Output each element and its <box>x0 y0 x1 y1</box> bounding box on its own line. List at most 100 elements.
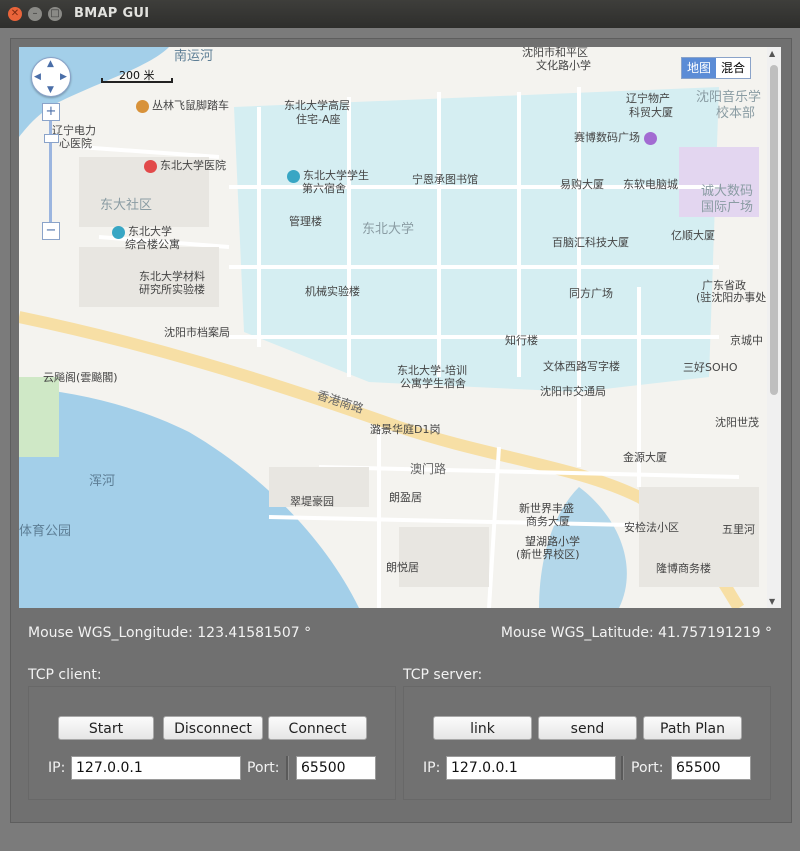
map-label: 东北大学医院 <box>144 159 226 173</box>
map-label: 沈阳市和平区 <box>522 47 588 59</box>
map-label: 机械实验楼 <box>305 285 360 298</box>
zoom-in-button[interactable]: + <box>42 103 60 121</box>
map-label: 商务大厦 <box>526 515 570 528</box>
map-label: 知行楼 <box>505 334 538 347</box>
map-label: 东北大学 <box>362 222 415 237</box>
map-label: 文化路小学 <box>536 59 591 72</box>
map-label: 朗盈居 <box>389 491 422 504</box>
map-label: 科贸大厦 <box>629 106 673 119</box>
maptype-hybrid-button[interactable]: 混合 <box>716 58 750 78</box>
map-scale: 200 米 <box>101 67 173 83</box>
map-label: 翠堤豪园 <box>290 495 334 508</box>
map-label: 公寓学生宿舍 <box>400 377 466 390</box>
map-label: 望湖路小学 <box>525 535 580 548</box>
map-label: 五里河 <box>722 523 755 536</box>
connect-button[interactable]: Connect <box>268 716 367 740</box>
server-port-label: Port: <box>631 760 664 776</box>
map-label: 浑河 <box>89 474 116 489</box>
client-port-field[interactable]: 65500 <box>296 756 376 780</box>
map-label: 文体西路写字楼 <box>543 360 620 373</box>
zoom-slider-handle[interactable] <box>44 134 59 143</box>
map-type-switch: 地图 混合 <box>681 57 752 79</box>
map-label: 安检法小区 <box>624 521 679 534</box>
map-label: 东北大学 <box>112 225 172 239</box>
map-label: 住宅-A座 <box>296 113 341 126</box>
map-label: 沈阳音乐学 <box>696 90 762 105</box>
map-label: 沈阳市档案局 <box>164 326 230 339</box>
map-label: 京城中 <box>730 334 763 347</box>
map-view[interactable]: 南运河 丛林飞鼠脚踏车 辽宁电力 心医院 东北大学高层 住宅-A座 沈阳市和平区… <box>19 47 781 608</box>
send-button[interactable]: send <box>538 716 637 740</box>
server-ip-label: IP: <box>423 760 441 776</box>
map-label: (驻沈阳办事处 <box>696 291 767 304</box>
tcp-server-title: TCP server: <box>403 667 483 683</box>
tcp-server-group <box>403 686 771 800</box>
tcp-client-title: TCP client: <box>28 667 102 683</box>
map-label: 金源大厦 <box>623 451 667 464</box>
map-label: 国际广场 <box>701 200 754 215</box>
maptype-map-button[interactable]: 地图 <box>682 58 717 78</box>
map-label: 心医院 <box>59 137 92 150</box>
map-pan-control[interactable]: ▲ ▼ ◀ ▶ <box>31 57 71 97</box>
title-bar: ✕ – □ BMAP GUI <box>0 0 800 28</box>
map-label: 诚大数码 <box>701 184 754 199</box>
hospital-icon <box>144 159 157 173</box>
map-label: 云飚阁(雲飈閣) <box>43 371 118 384</box>
map-label: 辽宁物产 <box>626 92 670 105</box>
map-label: 同方广场 <box>569 287 613 300</box>
map-label: 朗悦居 <box>386 561 419 574</box>
map-label: 隆博商务楼 <box>656 562 711 575</box>
map-label: (新世界校区) <box>516 548 580 561</box>
map-label: 新世界丰盛 <box>519 502 574 515</box>
map-label: 东北大学高层 <box>284 99 350 112</box>
map-label: 管理楼 <box>289 215 322 228</box>
latitude-readout: Mouse WGS_Latitude: 41.757191219 ° <box>500 625 772 641</box>
map-label: 赛博数码广场 <box>574 131 660 145</box>
map-label: 澳门路 <box>410 462 447 476</box>
map-label: 东软电脑城 <box>623 178 678 191</box>
close-icon[interactable]: ✕ <box>8 7 22 21</box>
divider <box>286 756 289 780</box>
map-label: 丛林飞鼠脚踏车 <box>136 99 229 113</box>
map-label: 第六宿舍 <box>302 182 346 195</box>
poi-marker-icon <box>643 131 657 145</box>
map-label: 东北大学材料 <box>139 270 205 283</box>
zoom-out-button[interactable]: − <box>42 222 60 240</box>
scrollbar-thumb[interactable] <box>770 65 778 395</box>
scale-bar <box>101 78 173 83</box>
map-label: 综合楼公寓 <box>125 238 180 251</box>
longitude-readout: Mouse WGS_Longitude: 123.41581507 ° <box>28 625 312 641</box>
client-ip-field[interactable]: 127.0.0.1 <box>71 756 241 780</box>
scroll-down-icon[interactable]: ▼ <box>769 597 775 606</box>
disconnect-button[interactable]: Disconnect <box>163 716 263 740</box>
map-label: 沈阳市交通局 <box>540 385 606 398</box>
map-label: 潞景华庭D1岗 <box>370 423 441 436</box>
map-label: 亿顺大厦 <box>671 229 715 242</box>
map-label: 沈阳世茂 <box>715 416 759 429</box>
link-button[interactable]: link <box>433 716 532 740</box>
map-label: 东北大学-培训 <box>397 364 467 377</box>
maximize-icon[interactable]: □ <box>48 7 62 21</box>
path-plan-button[interactable]: Path Plan <box>643 716 742 740</box>
map-label: 宁恩承图书馆 <box>412 173 478 186</box>
tcp-client-group <box>28 686 396 800</box>
minimize-icon[interactable]: – <box>28 7 42 21</box>
map-label: 三好SOHO <box>683 361 738 374</box>
poi-marker-icon <box>112 225 125 239</box>
start-button[interactable]: Start <box>58 716 154 740</box>
scroll-up-icon[interactable]: ▲ <box>769 49 775 58</box>
map-label: 东北大学学生 <box>287 169 369 183</box>
map-label: 百脑汇科技大厦 <box>552 236 629 249</box>
window-title: BMAP GUI <box>74 6 150 21</box>
map-label: 东大社区 <box>100 198 153 213</box>
map-label: 体育公园 <box>19 524 72 539</box>
server-port-field[interactable]: 65500 <box>671 756 751 780</box>
client-ip-label: IP: <box>48 760 66 776</box>
map-label: 校本部 <box>716 106 756 121</box>
server-ip-field[interactable]: 127.0.0.1 <box>446 756 616 780</box>
map-scrollbar[interactable]: ▲ ▼ <box>767 47 781 608</box>
poi-marker-icon <box>136 99 149 113</box>
map-label: 南运河 <box>174 49 214 64</box>
map-label: 易购大厦 <box>560 178 604 191</box>
map-label: 研究所实验楼 <box>139 283 205 296</box>
